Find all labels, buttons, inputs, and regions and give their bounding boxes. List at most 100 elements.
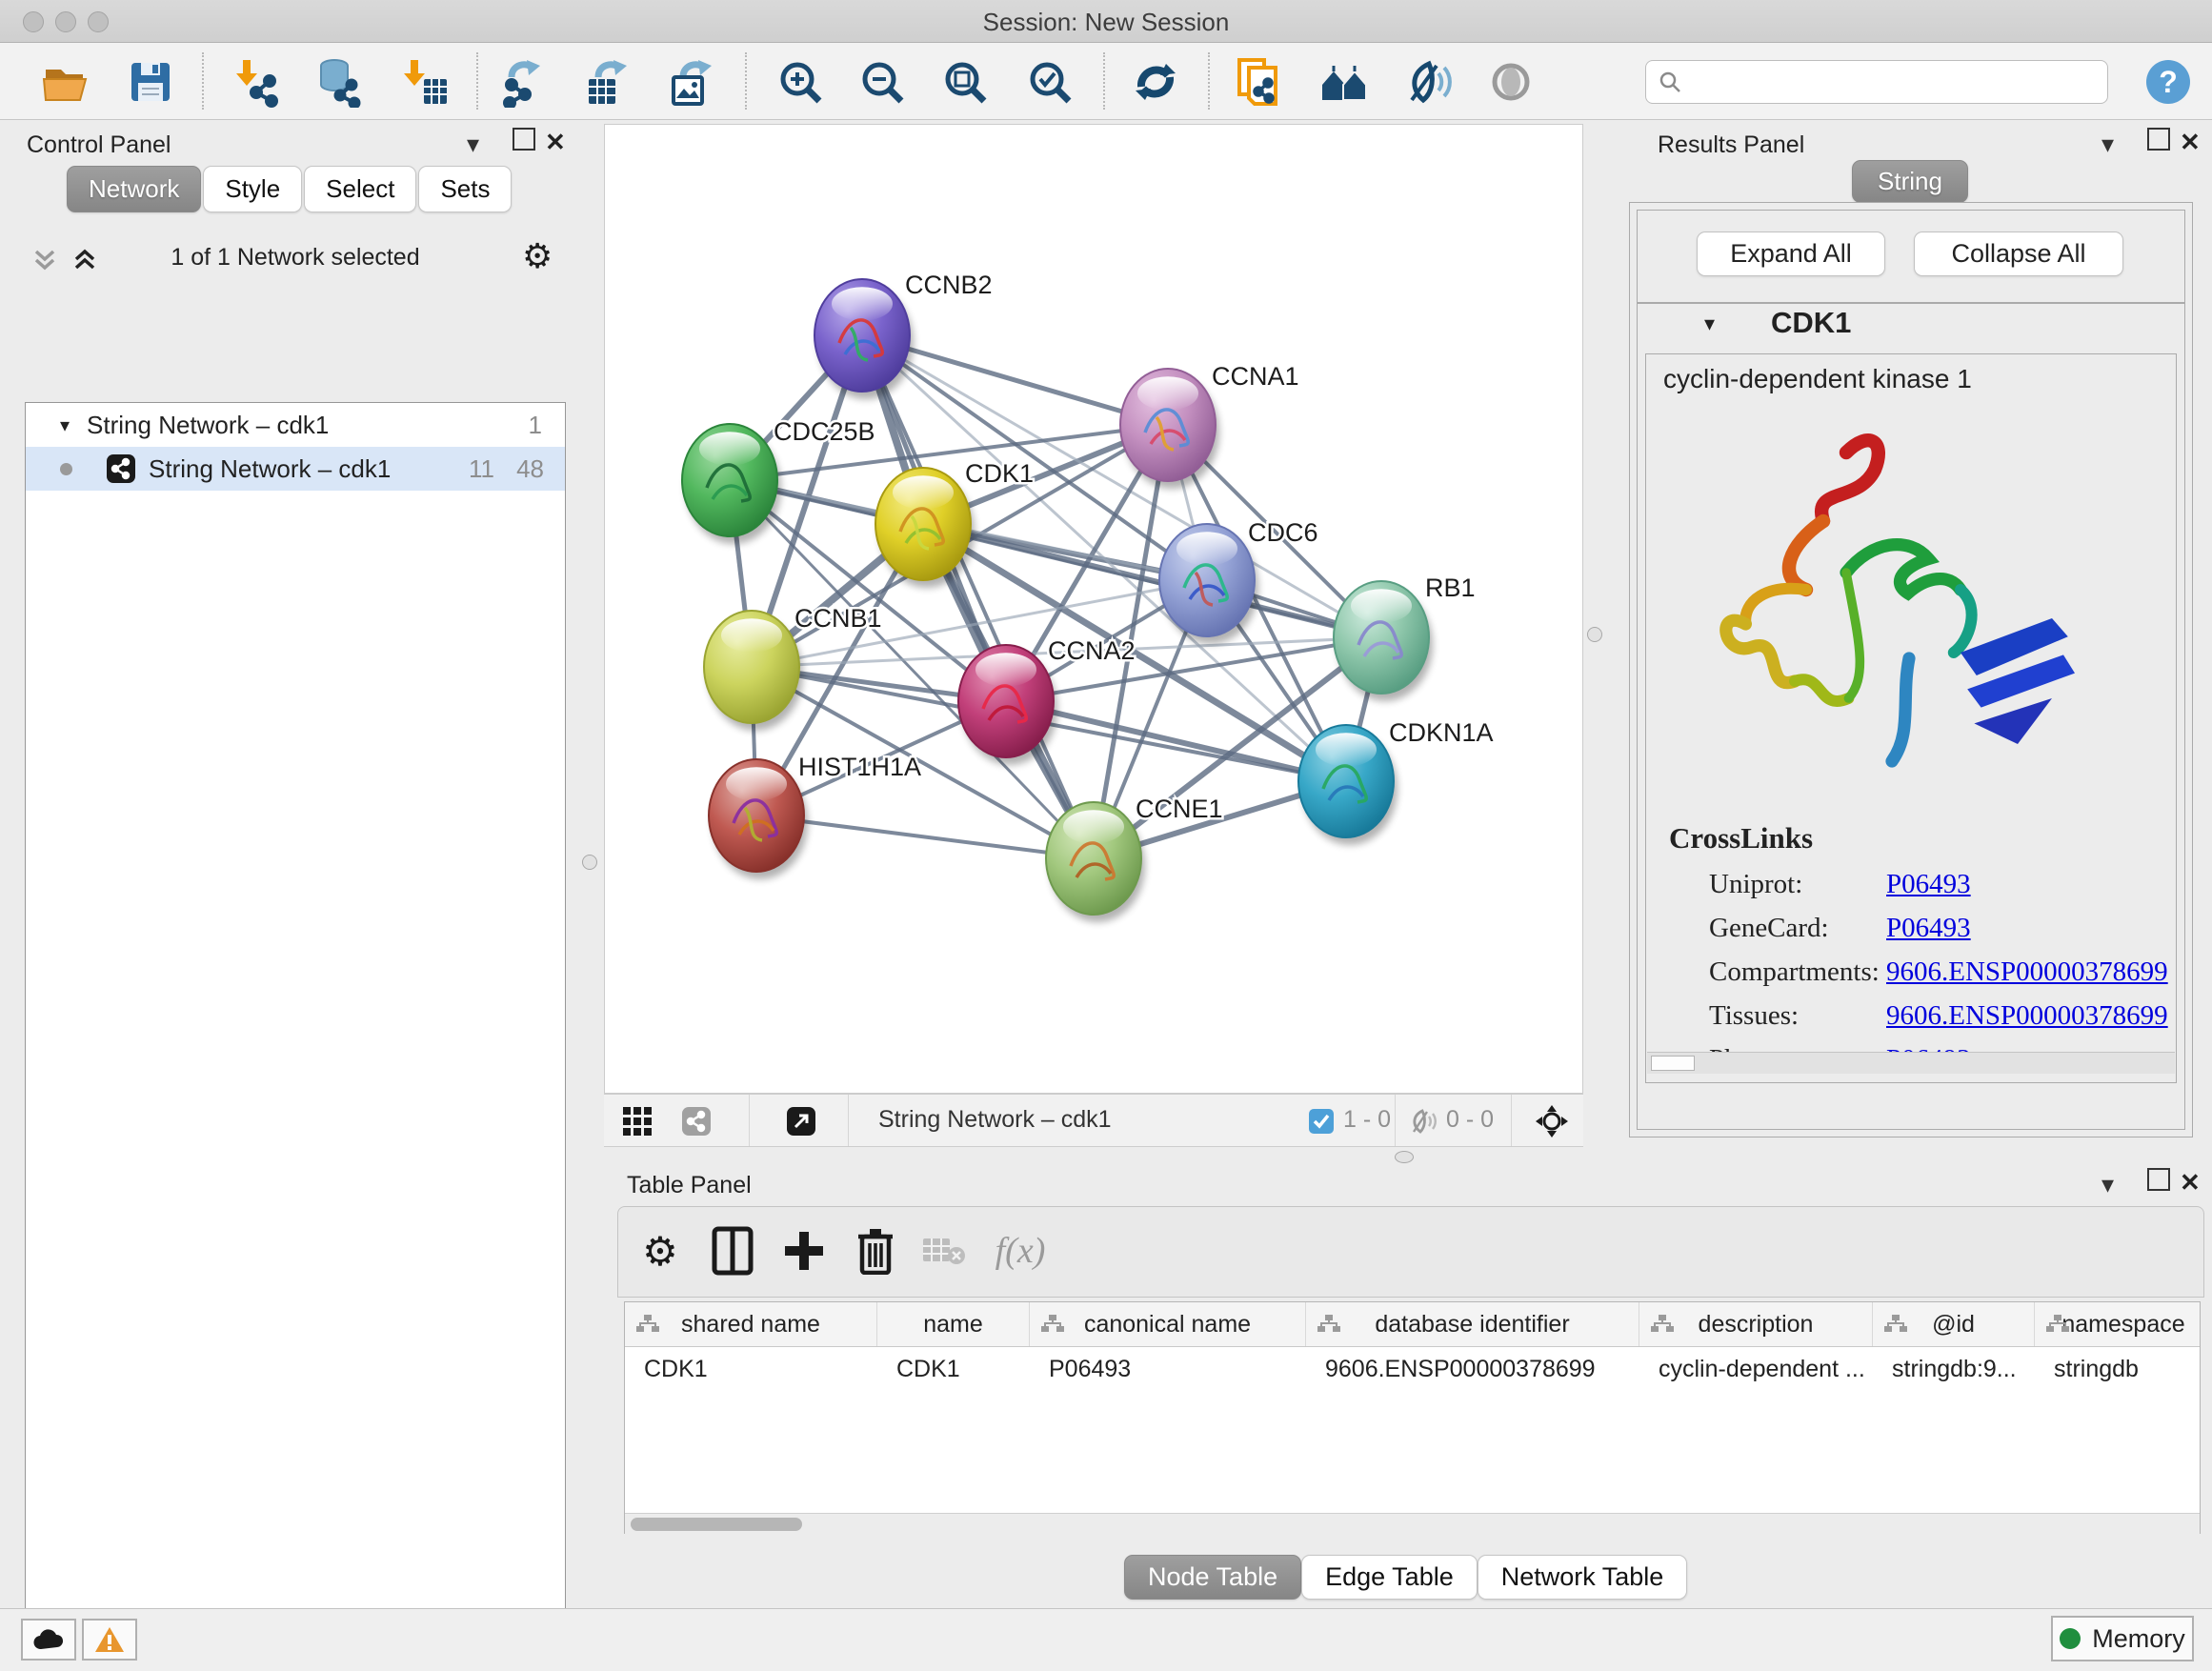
table-panel-menu-icon[interactable]: ▾ (2101, 1170, 2114, 1199)
zoom-in-icon[interactable] (773, 54, 828, 110)
table-cell[interactable]: stringdb:9... (1873, 1347, 2035, 1391)
zoom-fit-icon[interactable] (937, 54, 993, 110)
show-columns-icon[interactable] (706, 1224, 759, 1278)
column-header-description[interactable]: description (1639, 1302, 1873, 1346)
help-icon[interactable]: ? (2141, 54, 2196, 110)
table-cell[interactable]: cyclin-dependent ... (1639, 1347, 1873, 1391)
change-species-icon[interactable] (1317, 54, 1372, 110)
table-hscroll-thumb[interactable] (631, 1518, 802, 1531)
table-cell[interactable]: CDK1 (877, 1347, 1030, 1391)
selected-checkbox-icon[interactable] (1309, 1109, 1334, 1138)
memory-button[interactable]: Memory (2051, 1616, 2194, 1661)
control-panel-close-icon[interactable]: ✕ (545, 128, 566, 157)
table-cell[interactable]: 9606.ENSP00000378699 (1306, 1347, 1639, 1391)
network-node-CDKN1A[interactable]: CDKN1A (1298, 718, 1494, 845)
network-node-CDC6[interactable]: CDC6 (1159, 518, 1318, 644)
column-header-canonical-name[interactable]: canonical name (1030, 1302, 1306, 1346)
results-hscrollbar[interactable] (1647, 1052, 2175, 1074)
crosslink-value-link[interactable]: 9606.ENSP00000378699 (1886, 956, 2168, 988)
column-header-name[interactable]: name (877, 1302, 1030, 1346)
refresh-icon[interactable] (1128, 54, 1183, 110)
table-row[interactable]: CDK1CDK1P064939606.ENSP00000378699cyclin… (625, 1347, 2200, 1391)
tab-network-table[interactable]: Network Table (1478, 1555, 1688, 1600)
crosslink-value-link[interactable]: P06493 (1886, 913, 1971, 944)
network-node-HIST1H1A[interactable]: HIST1H1A (709, 753, 921, 879)
search-input[interactable] (1682, 68, 2107, 96)
table-panel-float-icon[interactable] (2147, 1168, 2170, 1191)
expand-all-button[interactable]: Expand All (1697, 232, 1885, 276)
tab-node-table[interactable]: Node Table (1124, 1555, 1301, 1600)
save-session-icon[interactable] (123, 54, 178, 110)
control-panel-float-icon[interactable] (513, 128, 535, 151)
results-hscroll-thumb[interactable] (1651, 1056, 1695, 1071)
enhance-annotations-icon[interactable] (1400, 54, 1456, 110)
table-cell[interactable]: stringdb (2035, 1347, 2201, 1391)
tab-select[interactable]: Select (304, 166, 416, 212)
create-column-icon[interactable] (777, 1224, 831, 1278)
cloud-status-button[interactable] (21, 1619, 76, 1661)
collection-expand-icon[interactable]: ▾ (60, 413, 70, 437)
function-builder-icon[interactable]: f(x) (994, 1224, 1047, 1278)
string-import-icon[interactable] (1232, 54, 1287, 110)
birds-eye-view-icon[interactable] (623, 1107, 652, 1140)
export-image-icon[interactable] (664, 54, 719, 110)
bottom-splitter-handle[interactable] (1395, 1151, 1414, 1163)
import-network-file-icon[interactable] (230, 54, 285, 110)
export-table-icon[interactable] (579, 54, 634, 110)
network-node-CCNA2[interactable]: CCNA2 (958, 636, 1136, 765)
toolbar-separator (202, 52, 204, 110)
left-splitter-handle[interactable] (582, 855, 597, 870)
network-canvas[interactable]: CCNB2 CCNA1 CDC25BCDK1 CDC6RB1 CCNB1 CCNA2 CDK… (604, 124, 1583, 1094)
string-view-icon[interactable] (682, 1107, 711, 1140)
tab-string[interactable]: String (1852, 160, 1968, 203)
crosslink-value-link[interactable]: 9606.ENSP00000378699 (1886, 1000, 2168, 1032)
network-node-RB1[interactable]: RB1 (1334, 574, 1476, 701)
set-confidence-icon[interactable] (1483, 54, 1538, 110)
column-header-shared-name[interactable]: shared name (625, 1302, 877, 1346)
warnings-button[interactable] (82, 1619, 137, 1661)
table-cell[interactable]: P06493 (1030, 1347, 1306, 1391)
table-hscrollbar[interactable] (625, 1513, 2200, 1535)
import-network-database-icon[interactable] (310, 54, 365, 110)
control-panel-menu-icon[interactable]: ▾ (467, 130, 479, 159)
expand-all-tree-icon[interactable] (70, 248, 99, 279)
column-header--id[interactable]: @id (1873, 1302, 2035, 1346)
export-network-icon[interactable] (496, 54, 552, 110)
crosslink-value-link[interactable]: P06493 (1886, 869, 1971, 900)
network-node-CDK1[interactable]: CDK1 (875, 459, 1034, 588)
results-panel-menu-icon[interactable]: ▾ (2101, 130, 2114, 159)
right-splitter-handle[interactable] (1587, 627, 1602, 642)
column-header-namespace[interactable]: namespace (2035, 1302, 2201, 1346)
network-row-selected[interactable]: String Network – cdk1 11 48 (26, 447, 565, 491)
delete-table-icon[interactable] (917, 1224, 971, 1278)
results-panel-float-icon[interactable] (2147, 128, 2170, 151)
open-session-icon[interactable] (39, 54, 94, 110)
network-node-CDC25B[interactable]: CDC25B (682, 417, 875, 544)
column-header-database-identifier[interactable]: database identifier (1306, 1302, 1639, 1346)
collapse-all-button[interactable]: Collapse All (1914, 232, 2123, 276)
gene-collapse-icon[interactable]: ▾ (1704, 312, 1715, 336)
zoom-out-icon[interactable] (855, 54, 910, 110)
table-settings-gear-icon[interactable]: ⚙ (633, 1224, 687, 1278)
network-node-CCNB2[interactable]: CCNB2 (814, 271, 993, 399)
open-in-browser-icon[interactable] (787, 1107, 815, 1140)
network-collection-row[interactable]: ▾ String Network – cdk1 1 (26, 403, 565, 447)
table-cell[interactable]: CDK1 (625, 1347, 877, 1391)
status-bar: Memory (0, 1608, 2212, 1671)
tab-sets[interactable]: Sets (418, 166, 512, 212)
tab-style[interactable]: Style (203, 166, 302, 212)
network-options-gear-icon[interactable]: ⚙ (522, 236, 553, 276)
tab-network[interactable]: Network (67, 166, 201, 212)
pan-mode-icon[interactable] (1536, 1105, 1568, 1142)
network-node-CCNE1[interactable]: CCNE1 (1046, 795, 1223, 922)
delete-column-icon[interactable] (849, 1224, 902, 1278)
table-panel-close-icon[interactable]: ✕ (2180, 1168, 2201, 1198)
collapse-all-tree-icon[interactable] (30, 248, 59, 279)
network-node-CCNB1[interactable]: CCNB1 (704, 604, 882, 731)
network-node-CCNA1[interactable]: CCNA1 (1120, 362, 1299, 489)
import-table-file-icon[interactable] (397, 54, 452, 110)
tab-edge-table[interactable]: Edge Table (1301, 1555, 1478, 1600)
zoom-selected-icon[interactable] (1022, 54, 1077, 110)
results-panel-close-icon[interactable]: ✕ (2180, 128, 2201, 157)
hidden-eye-icon (1410, 1109, 1438, 1138)
